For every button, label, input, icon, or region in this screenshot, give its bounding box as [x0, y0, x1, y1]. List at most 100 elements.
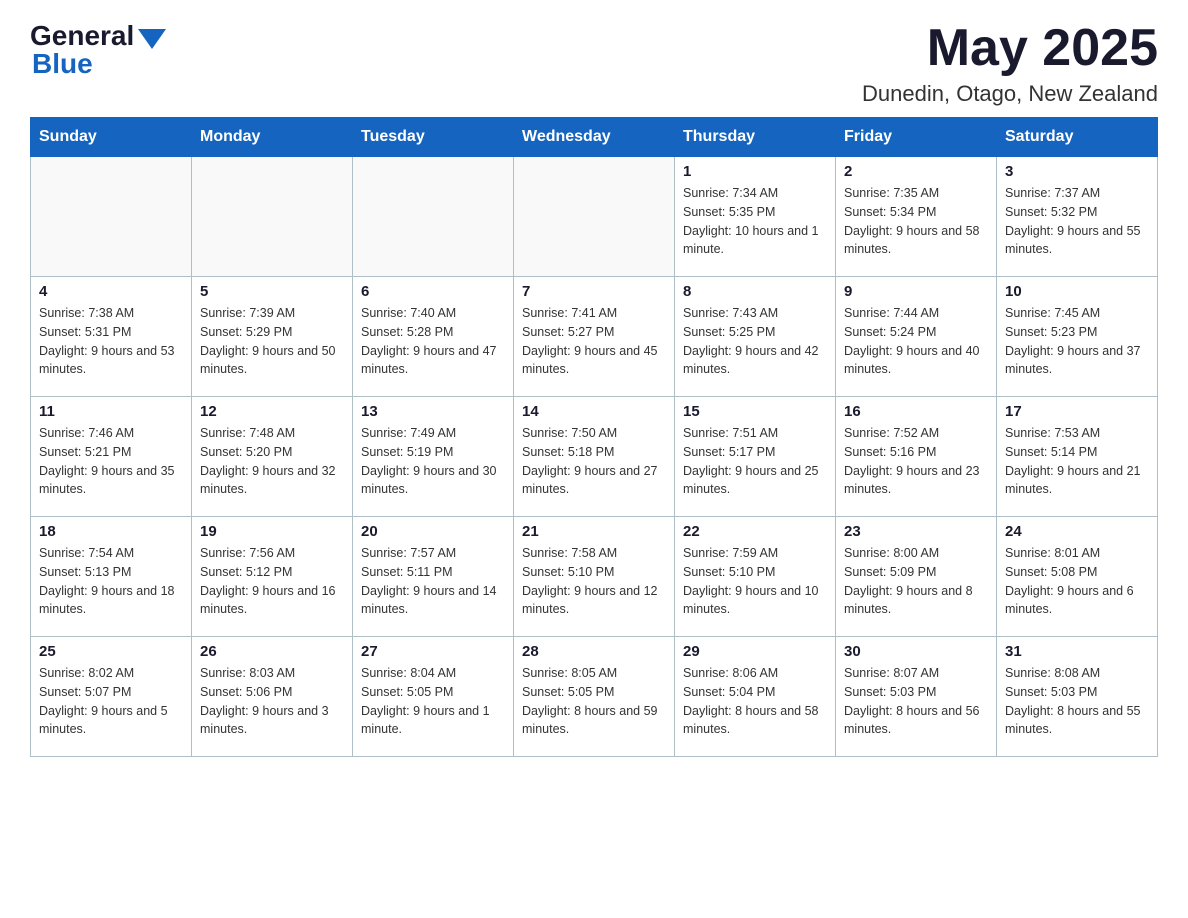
- cell-sun-info: Sunrise: 8:00 AMSunset: 5:09 PMDaylight:…: [844, 544, 988, 619]
- cell-day-number: 23: [844, 523, 988, 540]
- logo-arrow-icon: [138, 29, 166, 49]
- calendar-cell: 31 Sunrise: 8:08 AMSunset: 5:03 PMDayligh…: [997, 637, 1158, 757]
- calendar-cell: 28Sunrise: 8:05 AMSunset: 5:05 PMDayligh…: [514, 637, 675, 757]
- cell-day-number: 8: [683, 283, 827, 300]
- calendar-cell: 3 Sunrise: 7:37 AMSunset: 5:32 PMDaylight…: [997, 157, 1158, 277]
- calendar-cell: 8 Sunrise: 7:43 AMSunset: 5:25 PMDaylight…: [675, 277, 836, 397]
- calendar-cell: 20 Sunrise: 7:57 AMSunset: 5:11 PMDayligh…: [353, 517, 514, 637]
- logo: General Blue: [30, 20, 166, 80]
- calendar-cell: 14 Sunrise: 7:50 AMSunset: 5:18 PMDayligh…: [514, 397, 675, 517]
- cell-day-number: 12: [200, 403, 344, 420]
- calendar-week-1: 1 Sunrise: 7:34 AMSunset: 5:35 PMDaylight…: [31, 157, 1158, 277]
- cell-sun-info: Sunrise: 7:56 AMSunset: 5:12 PMDaylight:…: [200, 544, 344, 619]
- cell-sun-info: Sunrise: 7:57 AMSunset: 5:11 PMDaylight:…: [361, 544, 505, 619]
- calendar-cell: 5Sunrise: 7:39 AMSunset: 5:29 PMDaylight…: [192, 277, 353, 397]
- cell-sun-info: Sunrise: 7:52 AMSunset: 5:16 PMDaylight:…: [844, 424, 988, 499]
- cell-sun-info: Sunrise: 7:34 AMSunset: 5:35 PMDaylight:…: [683, 184, 827, 259]
- cell-sun-info: Sunrise: 8:03 AMSunset: 5:06 PMDaylight:…: [200, 664, 344, 739]
- calendar-cell: 6 Sunrise: 7:40 AMSunset: 5:28 PMDaylight…: [353, 277, 514, 397]
- cell-day-number: 2: [844, 163, 988, 180]
- cell-day-number: 31: [1005, 643, 1149, 660]
- calendar-cell: 12Sunrise: 7:48 AMSunset: 5:20 PMDayligh…: [192, 397, 353, 517]
- cell-day-number: 30: [844, 643, 988, 660]
- logo-blue-text: Blue: [32, 48, 93, 80]
- cell-day-number: 1: [683, 163, 827, 180]
- cell-sun-info: Sunrise: 7:59 AMSunset: 5:10 PMDaylight:…: [683, 544, 827, 619]
- cell-day-number: 27: [361, 643, 505, 660]
- calendar-cell: 23 Sunrise: 8:00 AMSunset: 5:09 PMDayligh…: [836, 517, 997, 637]
- day-header-friday: Friday: [836, 118, 997, 157]
- calendar-cell: [514, 157, 675, 277]
- calendar-header: SundayMondayTuesdayWednesdayThursdayFrid…: [31, 118, 1158, 157]
- calendar-week-4: 18Sunrise: 7:54 AMSunset: 5:13 PMDayligh…: [31, 517, 1158, 637]
- cell-day-number: 15: [683, 403, 827, 420]
- cell-sun-info: Sunrise: 7:46 AMSunset: 5:21 PMDaylight:…: [39, 424, 183, 499]
- cell-sun-info: Sunrise: 8:01 AMSunset: 5:08 PMDaylight:…: [1005, 544, 1149, 619]
- calendar-week-5: 25 Sunrise: 8:02 AMSunset: 5:07 PMDayligh…: [31, 637, 1158, 757]
- cell-sun-info: Sunrise: 8:02 AMSunset: 5:07 PMDaylight:…: [39, 664, 183, 739]
- cell-day-number: 11: [39, 403, 183, 420]
- cell-sun-info: Sunrise: 7:43 AMSunset: 5:25 PMDaylight:…: [683, 304, 827, 379]
- cell-sun-info: Sunrise: 8:08 AMSunset: 5:03 PMDaylight:…: [1005, 664, 1149, 739]
- calendar-cell: 16 Sunrise: 7:52 AMSunset: 5:16 PMDayligh…: [836, 397, 997, 517]
- calendar-cell: 22Sunrise: 7:59 AMSunset: 5:10 PMDayligh…: [675, 517, 836, 637]
- cell-day-number: 3: [1005, 163, 1149, 180]
- calendar-cell: 19 Sunrise: 7:56 AMSunset: 5:12 PMDayligh…: [192, 517, 353, 637]
- calendar-cell: 26 Sunrise: 8:03 AMSunset: 5:06 PMDayligh…: [192, 637, 353, 757]
- cell-day-number: 10: [1005, 283, 1149, 300]
- calendar-cell: 21Sunrise: 7:58 AMSunset: 5:10 PMDayligh…: [514, 517, 675, 637]
- cell-sun-info: Sunrise: 7:53 AMSunset: 5:14 PMDaylight:…: [1005, 424, 1149, 499]
- calendar-cell: [192, 157, 353, 277]
- calendar-cell: 24 Sunrise: 8:01 AMSunset: 5:08 PMDayligh…: [997, 517, 1158, 637]
- cell-day-number: 13: [361, 403, 505, 420]
- calendar-cell: 10Sunrise: 7:45 AMSunset: 5:23 PMDayligh…: [997, 277, 1158, 397]
- calendar-cell: 1 Sunrise: 7:34 AMSunset: 5:35 PMDaylight…: [675, 157, 836, 277]
- day-header-saturday: Saturday: [997, 118, 1158, 157]
- calendar-week-2: 4Sunrise: 7:38 AMSunset: 5:31 PMDaylight…: [31, 277, 1158, 397]
- cell-sun-info: Sunrise: 7:50 AMSunset: 5:18 PMDaylight:…: [522, 424, 666, 499]
- calendar-cell: 4Sunrise: 7:38 AMSunset: 5:31 PMDaylight…: [31, 277, 192, 397]
- calendar-cell: 2 Sunrise: 7:35 AMSunset: 5:34 PMDaylight…: [836, 157, 997, 277]
- cell-day-number: 7: [522, 283, 666, 300]
- calendar-cell: 30 Sunrise: 8:07 AMSunset: 5:03 PMDayligh…: [836, 637, 997, 757]
- calendar-cell: [31, 157, 192, 277]
- cell-day-number: 26: [200, 643, 344, 660]
- title-block: May 2025 Dunedin, Otago, New Zealand: [862, 20, 1158, 107]
- cell-day-number: 24: [1005, 523, 1149, 540]
- cell-day-number: 16: [844, 403, 988, 420]
- cell-day-number: 17: [1005, 403, 1149, 420]
- day-header-monday: Monday: [192, 118, 353, 157]
- cell-day-number: 14: [522, 403, 666, 420]
- cell-sun-info: Sunrise: 7:49 AMSunset: 5:19 PMDaylight:…: [361, 424, 505, 499]
- cell-day-number: 29: [683, 643, 827, 660]
- cell-sun-info: Sunrise: 7:40 AMSunset: 5:28 PMDaylight:…: [361, 304, 505, 379]
- cell-sun-info: Sunrise: 7:35 AMSunset: 5:34 PMDaylight:…: [844, 184, 988, 259]
- cell-day-number: 6: [361, 283, 505, 300]
- cell-sun-info: Sunrise: 7:39 AMSunset: 5:29 PMDaylight:…: [200, 304, 344, 379]
- calendar-cell: 25 Sunrise: 8:02 AMSunset: 5:07 PMDayligh…: [31, 637, 192, 757]
- cell-day-number: 9: [844, 283, 988, 300]
- cell-sun-info: Sunrise: 8:04 AMSunset: 5:05 PMDaylight:…: [361, 664, 505, 739]
- day-header-thursday: Thursday: [675, 118, 836, 157]
- calendar-week-3: 11 Sunrise: 7:46 AMSunset: 5:21 PMDayligh…: [31, 397, 1158, 517]
- calendar-cell: 11 Sunrise: 7:46 AMSunset: 5:21 PMDayligh…: [31, 397, 192, 517]
- cell-sun-info: Sunrise: 8:07 AMSunset: 5:03 PMDaylight:…: [844, 664, 988, 739]
- day-header-wednesday: Wednesday: [514, 118, 675, 157]
- day-header-tuesday: Tuesday: [353, 118, 514, 157]
- calendar-cell: 29Sunrise: 8:06 AMSunset: 5:04 PMDayligh…: [675, 637, 836, 757]
- cell-day-number: 20: [361, 523, 505, 540]
- cell-sun-info: Sunrise: 7:51 AMSunset: 5:17 PMDaylight:…: [683, 424, 827, 499]
- calendar-cell: 17 Sunrise: 7:53 AMSunset: 5:14 PMDayligh…: [997, 397, 1158, 517]
- cell-sun-info: Sunrise: 7:58 AMSunset: 5:10 PMDaylight:…: [522, 544, 666, 619]
- cell-sun-info: Sunrise: 7:37 AMSunset: 5:32 PMDaylight:…: [1005, 184, 1149, 259]
- cell-day-number: 4: [39, 283, 183, 300]
- calendar-cell: 13 Sunrise: 7:49 AMSunset: 5:19 PMDayligh…: [353, 397, 514, 517]
- calendar-cell: [353, 157, 514, 277]
- calendar-cell: 9Sunrise: 7:44 AMSunset: 5:24 PMDaylight…: [836, 277, 997, 397]
- cell-sun-info: Sunrise: 8:05 AMSunset: 5:05 PMDaylight:…: [522, 664, 666, 739]
- cell-day-number: 25: [39, 643, 183, 660]
- calendar-table: SundayMondayTuesdayWednesdayThursdayFrid…: [30, 117, 1158, 757]
- month-year-title: May 2025: [862, 20, 1158, 77]
- calendar-cell: 7Sunrise: 7:41 AMSunset: 5:27 PMDaylight…: [514, 277, 675, 397]
- cell-day-number: 19: [200, 523, 344, 540]
